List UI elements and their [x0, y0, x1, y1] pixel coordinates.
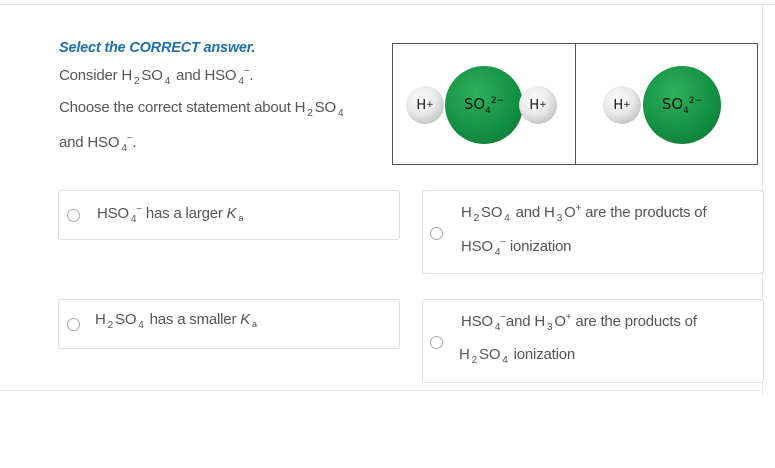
answer-option-2[interactable]: H 2 SO 4 and H 3 O+ are the products of HSO 4−… — [422, 190, 764, 274]
radio-button[interactable] — [67, 318, 80, 331]
question-line-2: Choose the correct statement about H 2 SO 4 — [59, 99, 344, 119]
hydrogen-ion-sphere: H + — [406, 86, 444, 124]
radio-button[interactable] — [430, 336, 443, 349]
hydrogen-ion-sphere: H + — [603, 86, 641, 124]
bottom-divider — [0, 390, 763, 391]
answer-option-4[interactable]: HSO 4−and H 3 O+ are the products of H 2 SO 4 … — [422, 299, 764, 383]
option-4-text-line-1: HSO 4−and H 3 O+ are the products of — [461, 312, 697, 333]
ion-figure: H + SO42− H + H + SO42− — [392, 43, 758, 165]
question-line-1: Consider H 2 SO 4 and HSO 4−. — [59, 66, 254, 87]
sulfate-ion-sphere: SO42− — [445, 66, 523, 144]
answer-option-3[interactable]: H 2 SO 4 has a smaller Ka — [58, 299, 400, 349]
hydrogen-ion-sphere: H + — [519, 86, 557, 124]
sulfate-ion-sphere: SO42− — [643, 66, 721, 144]
option-3-text: H 2 SO 4 has a smaller Ka — [95, 311, 257, 331]
radio-button[interactable] — [67, 209, 80, 222]
option-2-text-line-2: HSO 4− ionization — [461, 237, 572, 258]
option-4-text-line-2: H 2 SO 4 ionization — [459, 346, 576, 366]
option-1-text: HSO 4− has a larger Ka — [97, 204, 244, 225]
figure-divider — [575, 44, 576, 164]
option-2-text-line-1: H 2 SO 4 and H 3 O+ are the products of — [461, 203, 707, 224]
question-line-3: and HSO 4−. — [59, 133, 137, 154]
answer-option-1[interactable]: HSO 4− has a larger Ka — [58, 190, 400, 240]
top-divider — [0, 4, 775, 5]
instruction-text: Select the CORRECT answer. — [59, 40, 256, 56]
radio-button[interactable] — [430, 227, 443, 240]
